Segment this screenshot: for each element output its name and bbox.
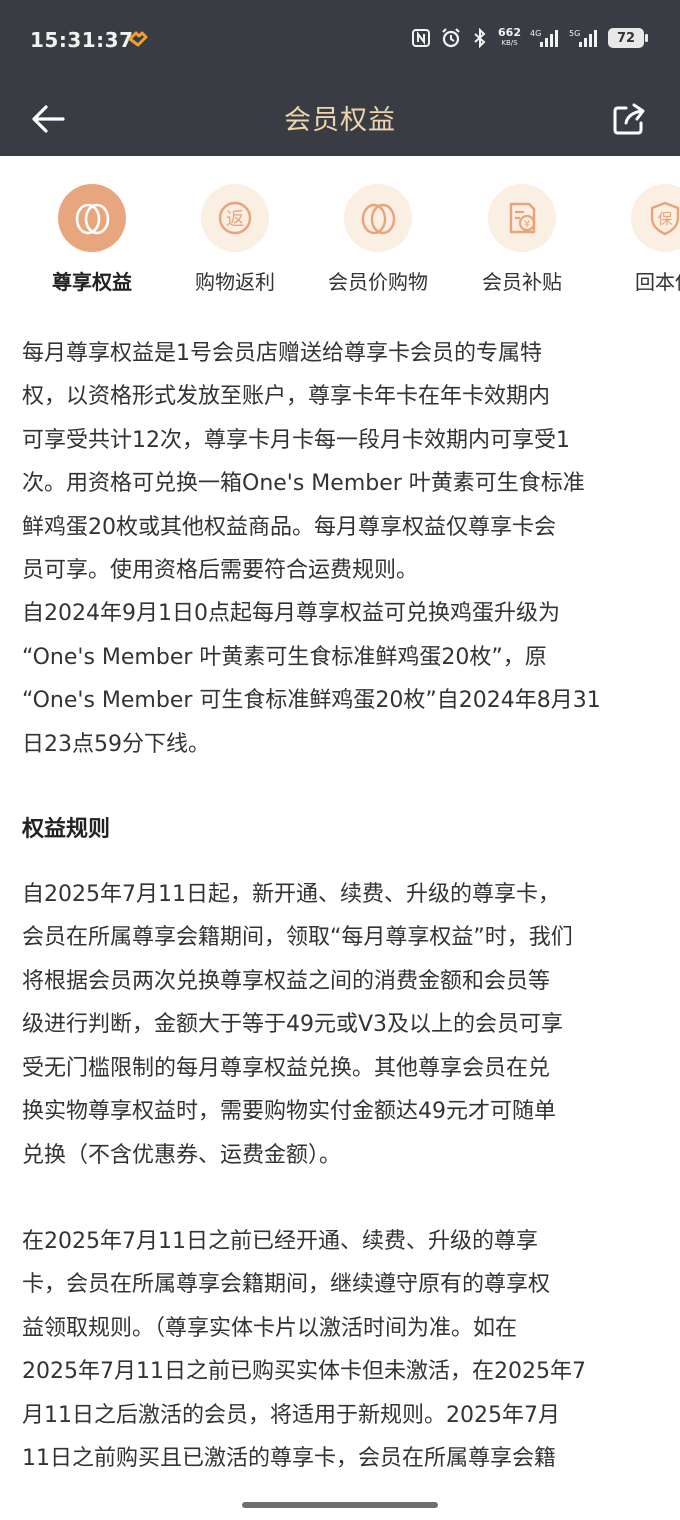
text-line: 鲜鸡蛋20枚或其他权益商品。每月尊享权益仅尊享卡会 xyxy=(22,514,556,540)
subsidy-icon: ¥ xyxy=(509,202,536,234)
tab-icon-circle: 返 xyxy=(201,184,269,252)
signal-4g-icon: 4G xyxy=(530,26,560,50)
text-line: 次。用资格可兑换一箱One's Member 叶黄素可生食标准 xyxy=(22,471,585,497)
text-line: 自2024年9月1日0点起每月尊享权益可兑换鸡蛋升级为 xyxy=(22,601,560,627)
text-line: 权，以资格形式发放至账户，尊享卡年卡在年卡效期内 xyxy=(22,384,551,410)
network-speed: 662 KB/S xyxy=(498,26,521,47)
tab-member-price[interactable]: 会员价购物 xyxy=(308,184,448,295)
intro-paragraph: 每月尊享权益是1号会员店赠送给尊享卡会员的专属特 权，以资格形式发放至账户，尊享… xyxy=(22,332,652,766)
text-line: 益领取规则。（尊享实体卡片以激活时间为准。如在 xyxy=(22,1315,518,1341)
tab-label: 尊享权益 xyxy=(52,270,132,294)
svg-text:¥: ¥ xyxy=(524,219,530,230)
text-line: 受无门槛限制的每月尊享权益兑换。其他尊享会员在兑 xyxy=(22,1055,551,1081)
alarm-icon xyxy=(440,26,462,50)
tab-icon-circle xyxy=(58,184,126,252)
text-line: 卡，会员在所属尊享会籍期间，继续遵守原有的尊享权 xyxy=(22,1272,551,1298)
tab-shopping-rebate[interactable]: 返 购物返利 xyxy=(165,184,305,295)
egg-icon xyxy=(75,203,110,235)
text-line: 自2025年7月11日起，新开通、续费、升级的尊享卡， xyxy=(22,882,560,908)
text-line: 兑换（不含优惠券、运费金额）。 xyxy=(22,1142,342,1168)
text-line: “One's Member 可生食标准鲜鸡蛋20枚”自2024年8月31 xyxy=(22,688,601,714)
rules-section-title: 权益规则 xyxy=(22,817,111,843)
page-title: 会员权益 xyxy=(284,105,396,136)
status-bar: 15:31:37 662 KB/S 4G 5G 72 xyxy=(0,0,680,82)
nav-header: 会员权益 xyxy=(0,82,680,156)
tab-icon-circle: 保 xyxy=(631,184,680,252)
nfc-icon xyxy=(411,26,431,50)
share-icon xyxy=(613,103,645,135)
text-line: “One's Member 叶黄素可生食标准鲜鸡蛋20枚”，原 xyxy=(22,644,547,670)
text-line: 11日之前购买且已激活的尊享卡，会员在所属尊享会籍 xyxy=(22,1445,556,1471)
tab-label: 会员补贴 xyxy=(482,270,562,294)
tab-label: 回本保 xyxy=(635,270,680,294)
tab-payback-guarantee[interactable]: 保 回本保 xyxy=(595,184,680,295)
text-line: 级进行判断，金额大于等于49元或V3及以上的会员可享 xyxy=(22,1012,564,1038)
status-icons: 662 KB/S 4G 5G 72 xyxy=(411,26,648,50)
home-indicator[interactable] xyxy=(242,1502,438,1508)
text-line: 换实物尊享权益时，需要购物实付金额达49元才可随单 xyxy=(22,1099,556,1125)
benefit-tabs: 尊享权益 返 购物返利 会员价购物 ¥ 会员补贴 保 回本保 xyxy=(0,156,680,304)
tab-icon-circle xyxy=(344,184,412,252)
text-line: 会员在所属尊享会籍期间，领取“每月尊享权益”时，我们 xyxy=(22,925,573,951)
tab-member-subsidy[interactable]: ¥ 会员补贴 xyxy=(452,184,592,295)
tab-exclusive-benefits[interactable]: 尊享权益 xyxy=(22,184,162,295)
tab-icon-circle: ¥ xyxy=(488,184,556,252)
egg-icon xyxy=(361,203,396,235)
svg-text:保: 保 xyxy=(657,210,672,228)
share-button[interactable] xyxy=(610,101,650,137)
text-line: 每月尊享权益是1号会员店赠送给尊享卡会员的专属特 xyxy=(22,341,542,366)
rebate-icon: 返 xyxy=(218,201,252,235)
signal-5g-icon: 5G xyxy=(569,26,599,50)
battery-indicator: 72 xyxy=(608,28,648,48)
tab-label: 购物返利 xyxy=(195,270,275,294)
text-line: 2025年7月11日之前已购买实体卡但未激活，在2025年7 xyxy=(22,1359,586,1385)
status-time: 15:31:37 xyxy=(30,28,134,52)
benefit-content: 每月尊享权益是1号会员店赠送给尊享卡会员的专属特 权，以资格形式发放至账户，尊享… xyxy=(22,332,652,1480)
text-line: 将根据会员两次兑换尊享权益之间的消费金额和会员等 xyxy=(22,968,551,994)
bluetooth-icon xyxy=(471,26,489,50)
text-line: 员可享。使用资格后需要符合运费规则。 xyxy=(22,558,419,584)
text-line: 日23点59分下线。 xyxy=(22,731,210,757)
rules-paragraph-2: 在2025年7月11日之前已经开通、续费、升级的尊享 卡，会员在所属尊享会籍期间… xyxy=(22,1220,652,1480)
text-line: 月11日之后激活的会员，将适用于新规则。2025年7月 xyxy=(22,1402,560,1428)
text-line: 在2025年7月11日之前已经开通、续费、升级的尊享 xyxy=(22,1228,538,1254)
app-notification-icon xyxy=(128,30,148,48)
guarantee-icon: 保 xyxy=(650,201,680,236)
tab-label: 会员价购物 xyxy=(328,270,428,294)
text-line: 可享受共计12次，尊享卡月卡每一段月卡效期内可享受1 xyxy=(22,427,570,453)
svg-text:4G: 4G xyxy=(530,29,541,38)
svg-text:5G: 5G xyxy=(569,29,580,38)
rules-paragraph-1: 自2025年7月11日起，新开通、续费、升级的尊享卡， 会员在所属尊享会籍期间，… xyxy=(22,873,652,1177)
svg-text:返: 返 xyxy=(226,209,244,230)
